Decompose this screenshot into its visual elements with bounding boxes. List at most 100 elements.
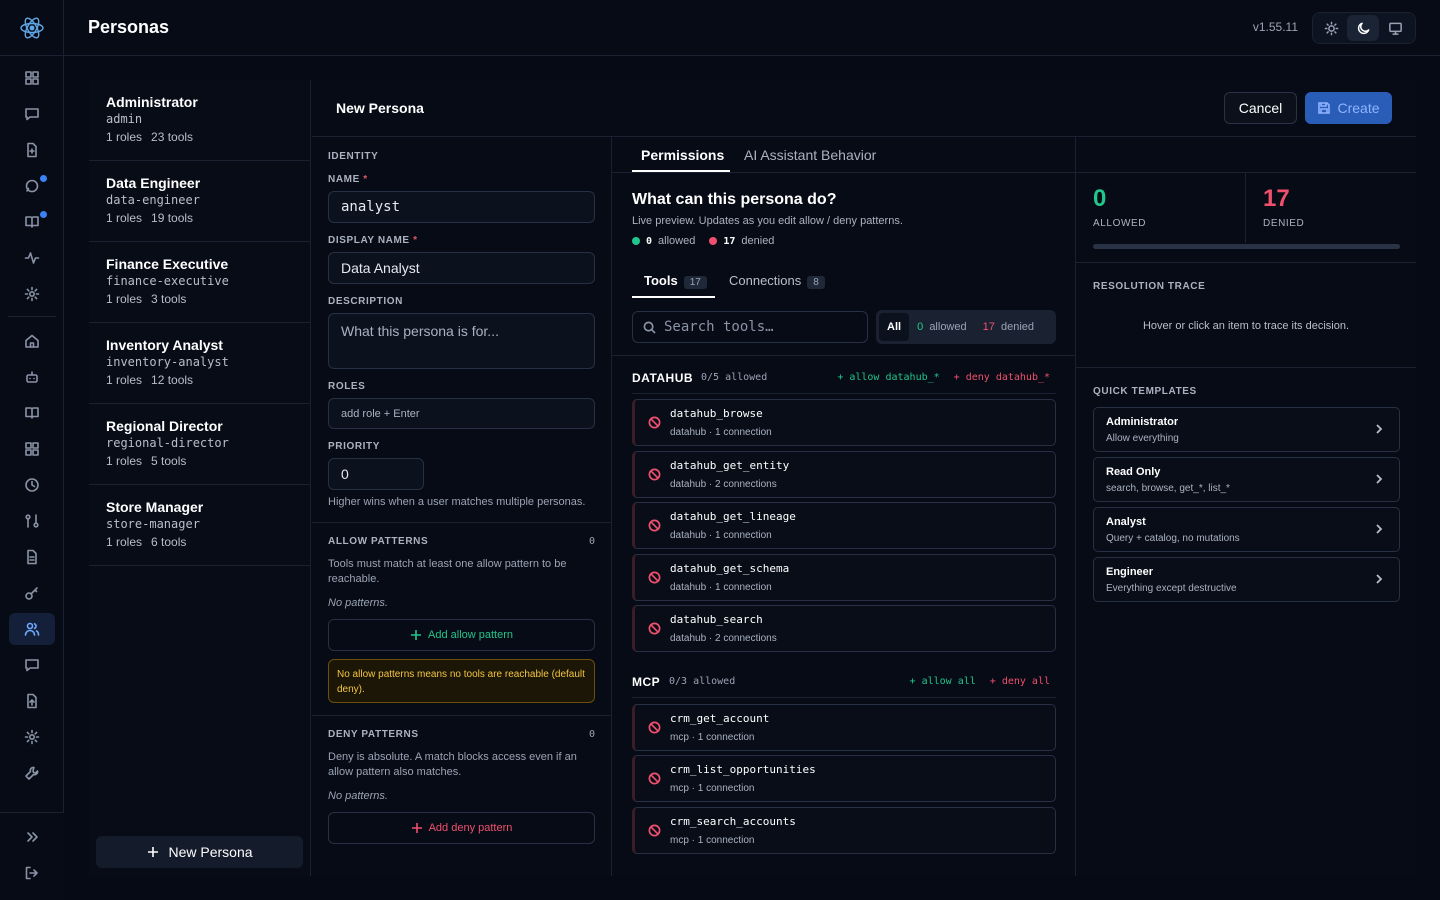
rail-config[interactable] [9,721,55,753]
clock-icon [25,478,39,492]
tool-row[interactable]: crm_search_accounts mcp · 1 connection [632,807,1056,854]
app-logo[interactable] [0,0,63,56]
roles-input[interactable]: add role + Enter [328,398,595,429]
rail-conversations[interactable] [9,170,55,202]
divider [312,715,612,716]
rail-activity[interactable] [9,242,55,274]
persona-item[interactable]: Regional Director regional-director 1 ro… [89,404,310,485]
persona-item[interactable]: Inventory Analyst inventory-analyst 1 ro… [89,323,310,404]
tool-meta: mcp · 1 connection [670,732,755,743]
tool-row[interactable]: datahub_search datahub · 2 connections [632,605,1056,652]
create-label: Create [1337,100,1380,116]
tool-name: datahub_search [670,613,763,626]
display-name-input[interactable]: Data Analyst [328,252,595,284]
rail-audit[interactable] [9,541,55,573]
tab-ai-assistant-behavior[interactable]: AI Assistant Behavior [744,147,876,163]
subtab-tools-label: Tools [644,273,678,288]
tab-permissions[interactable]: Permissions [641,147,724,163]
search-tools-input[interactable]: Search tools… [632,311,868,343]
create-button[interactable]: Create [1305,92,1392,124]
template-read-only[interactable]: Read Only search, browse, get_*, list_* [1093,457,1400,502]
search-icon [643,321,656,334]
allow-all-button[interactable]: + allow all [910,676,976,687]
active-subtab-indicator [632,296,715,298]
rail-apps[interactable] [9,433,55,465]
rail-settings[interactable] [9,278,55,310]
tool-row[interactable]: crm_get_account mcp · 1 connection [632,704,1056,751]
persona-name: Inventory Analyst [106,337,223,353]
template-engineer[interactable]: Engineer Everything except destructive [1093,557,1400,602]
rail-dashboard[interactable] [9,62,55,94]
cancel-button[interactable]: Cancel [1224,92,1297,124]
deny-group-button[interactable]: + deny datahub_* [954,372,1050,383]
blocked-icon [648,772,661,785]
add-deny-pattern-button[interactable]: Add deny pattern [328,812,595,844]
rail-messages[interactable] [9,649,55,681]
new-persona-button[interactable]: New Persona [96,836,303,868]
persona-item[interactable]: Administrator admin 1 roles 23 tools [89,80,310,161]
template-analyst[interactable]: Analyst Query + catalog, no mutations [1093,507,1400,552]
filter-denied[interactable]: 17 denied [975,313,1042,341]
filter-allowed-label: allowed [929,321,967,333]
light-theme-button[interactable] [1315,15,1347,41]
description-textarea[interactable]: What this persona is for... [328,313,595,369]
rail-docs[interactable] [9,397,55,429]
subtab-tools[interactable]: Tools 17 [644,273,707,289]
wrench-icon [25,766,39,780]
system-theme-button[interactable] [1379,15,1411,41]
filter-all[interactable]: All [879,313,910,341]
name-input[interactable]: analyst [328,191,595,223]
persona-item[interactable]: Store Manager store-manager 1 roles 6 too… [89,485,310,566]
persona-item[interactable]: Finance Executive finance-executive 1 ro… [89,242,310,323]
rail-knowledge[interactable] [9,206,55,238]
blocked-icon [648,824,661,837]
template-administrator[interactable]: Administrator Allow everything [1093,407,1400,452]
filter-allowed[interactable]: 0 allowed [909,313,975,341]
roles-label: ROLES [328,381,366,392]
rail-nav [0,62,64,793]
rail-chat[interactable] [9,98,55,130]
rail-compare[interactable] [9,505,55,537]
rail-uploads[interactable] [9,685,55,717]
tool-row[interactable]: datahub_get_entity datahub · 2 connection… [632,451,1056,498]
add-allow-label: Add allow pattern [428,629,513,641]
tool-row[interactable]: datahub_browse datahub · 1 connection [632,399,1056,446]
expand-rail-button[interactable] [9,821,55,853]
rail-personas[interactable] [9,613,55,645]
rail-files[interactable] [9,134,55,166]
tool-row[interactable]: datahub_get_schema datahub · 1 connection [632,554,1056,601]
book-open-icon [25,216,39,228]
tool-row[interactable]: datahub_get_lineage datahub · 1 connectio… [632,502,1056,549]
add-allow-pattern-button[interactable]: Add allow pattern [328,619,595,651]
tool-name: datahub_get_entity [670,459,790,472]
dark-theme-button[interactable] [1347,15,1379,41]
persona-slug: inventory-analyst [106,355,229,369]
plus-icon [411,630,421,640]
name-label-text: NAME [328,174,360,185]
persona-item[interactable]: Data Engineer data-engineer 1 roles 19 to… [89,161,310,242]
rail-keys[interactable] [9,577,55,609]
chevron-right-icon [1376,474,1383,484]
group-actions: + allow all + deny all [896,676,1050,687]
subtab-connections[interactable]: Connections 8 [729,273,825,289]
group-name: DATAHUB [632,371,694,385]
deny-all-button[interactable]: + deny all [990,676,1050,687]
add-deny-label: Add deny pattern [428,822,513,834]
rail-home[interactable] [9,325,55,357]
filter-allowed-count: 0 [917,321,924,333]
page-title: Personas [88,17,170,37]
rail-history[interactable] [9,469,55,501]
description-label: DESCRIPTION [328,296,403,307]
allow-group-button[interactable]: + allow datahub_* [837,372,939,383]
rail-tools[interactable] [9,757,55,789]
priority-input[interactable]: 0 [328,458,424,490]
tool-row[interactable]: crm_list_opportunities mcp · 1 connection [632,755,1056,802]
plus-icon [148,847,159,857]
logout-icon [25,866,38,880]
display-name-label: DISPLAY NAME * [328,235,418,246]
rail-bots[interactable] [9,361,55,393]
divider [632,697,1056,698]
tool-name: crm_list_opportunities [670,763,816,776]
denied-stat: 17 DENIED [1246,173,1416,243]
logout-button[interactable] [9,857,55,889]
